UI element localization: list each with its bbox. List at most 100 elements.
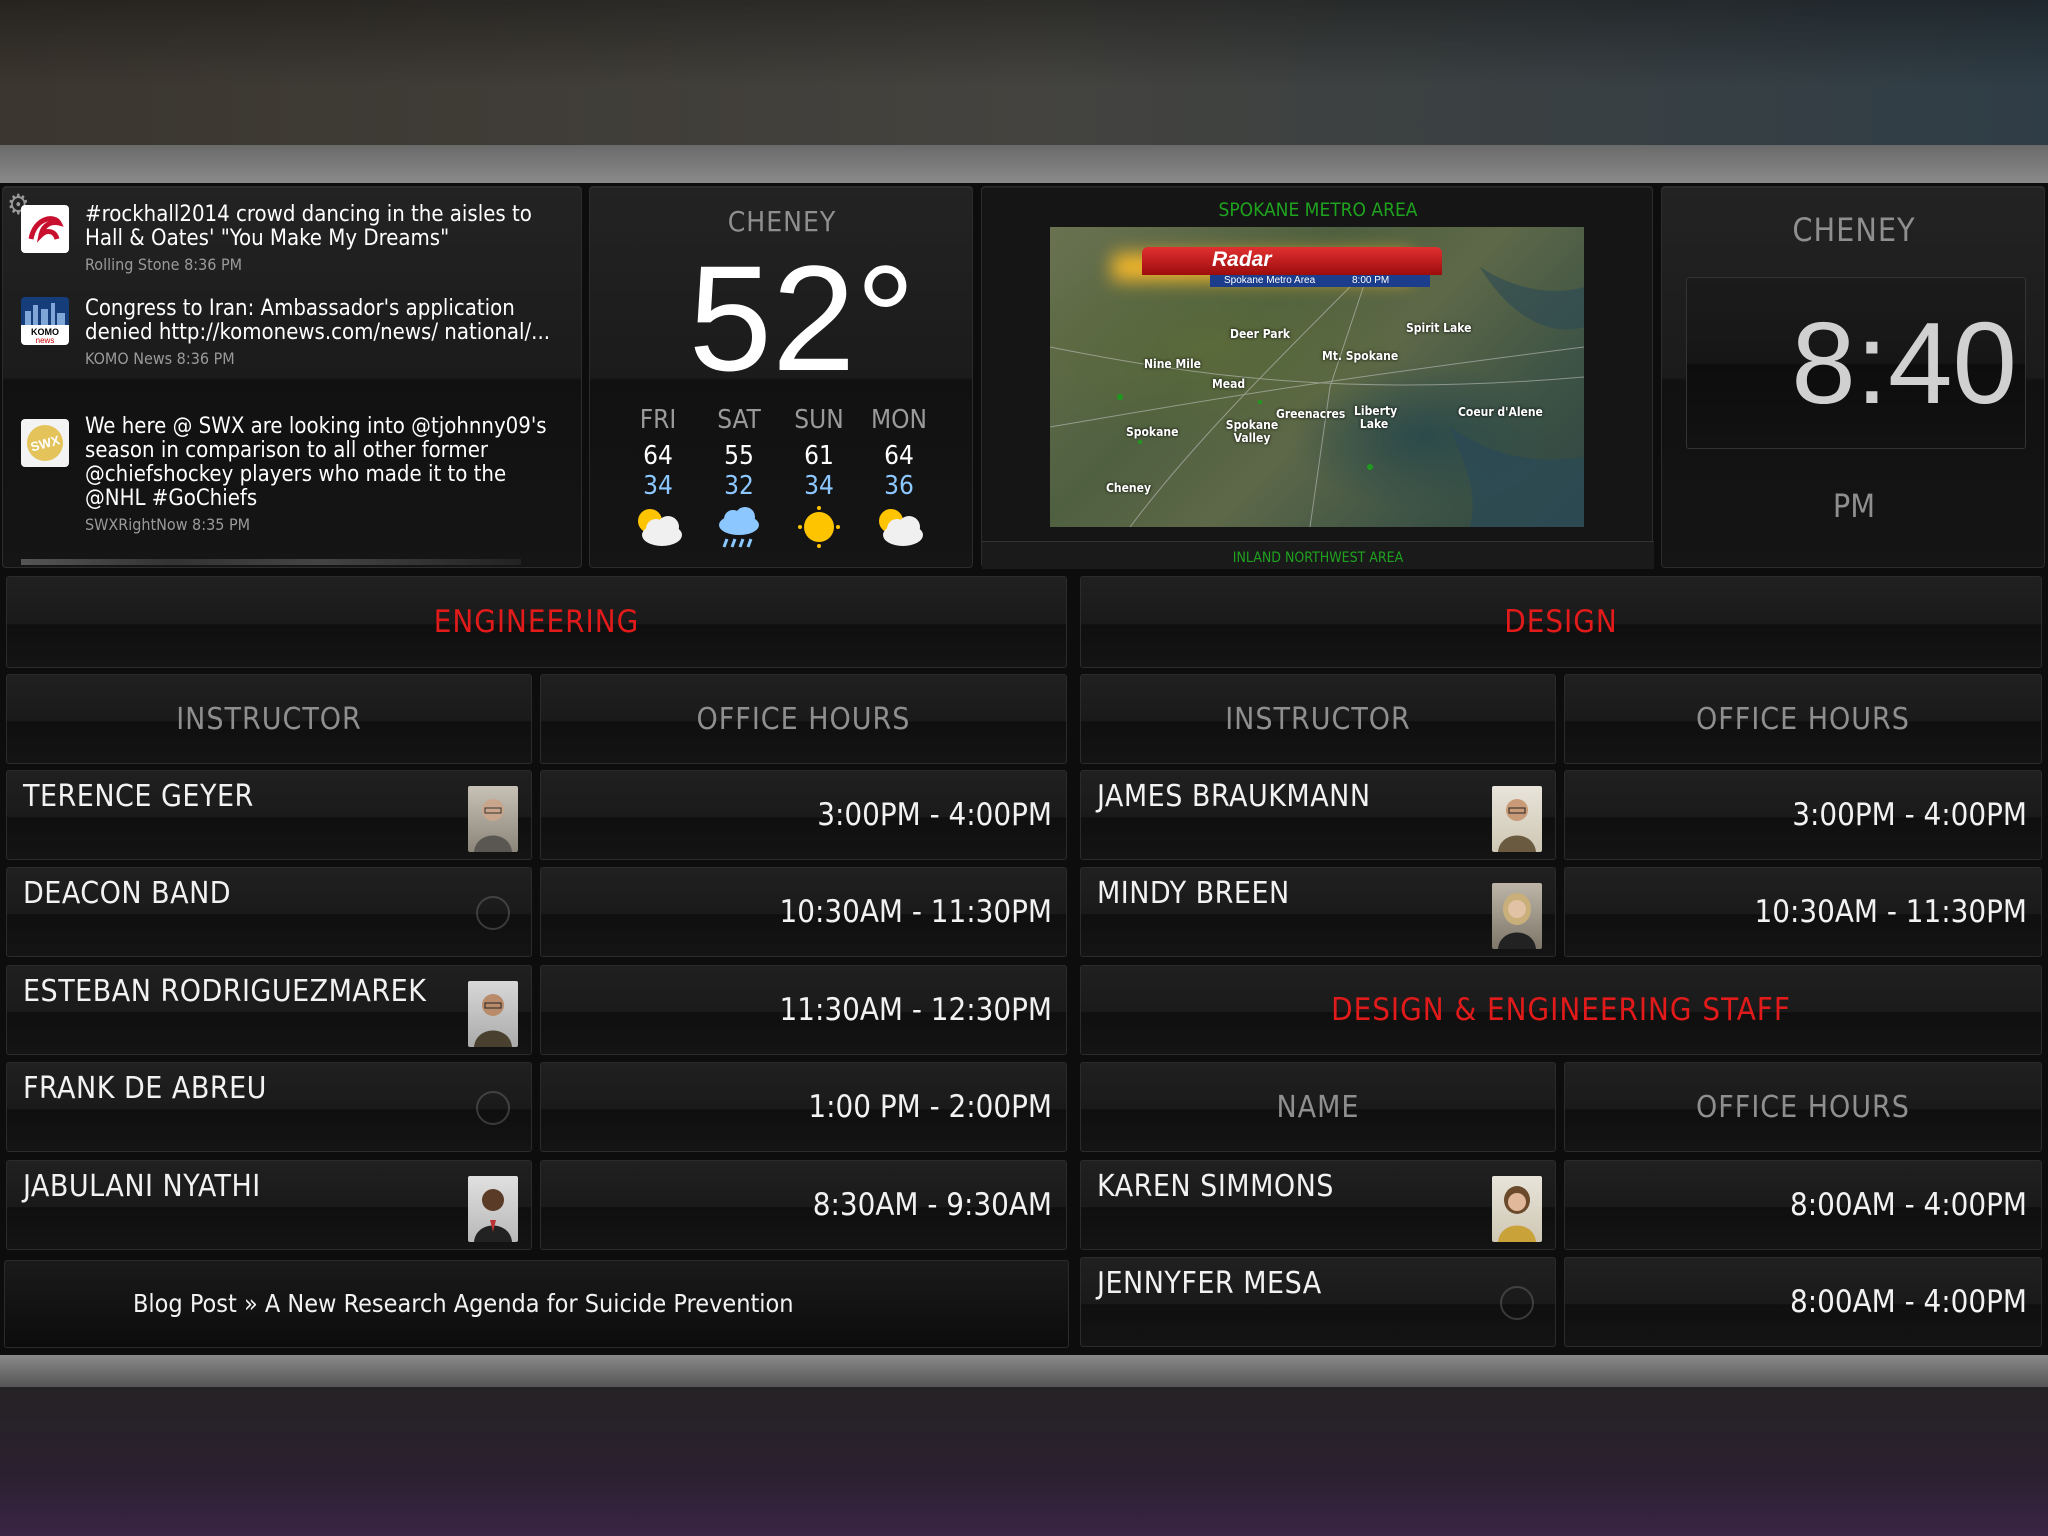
frame-top bbox=[0, 145, 2048, 183]
forecast-day: SAT 55 32 bbox=[699, 405, 779, 553]
partly-cloudy-icon bbox=[638, 509, 682, 546]
forecast-high: 61 bbox=[804, 441, 834, 471]
staff-name: KAREN SIMMONS bbox=[1097, 1169, 1334, 1204]
office-hours: 3:00PM - 4:00PM bbox=[1792, 797, 2027, 833]
feed-item[interactable]: We here @ SWX are looking into @tjohnny0… bbox=[85, 415, 565, 535]
table-row-hours: 8:30AM - 9:30AM bbox=[540, 1160, 1067, 1250]
staff-photo bbox=[1492, 1176, 1542, 1242]
clock-city: CHENEY bbox=[1792, 211, 1916, 249]
table-row-hours: 8:00AM - 4:00PM bbox=[1564, 1160, 2042, 1250]
ticker-text: Blog Post » A New Research Agenda for Su… bbox=[133, 1289, 794, 1318]
forecast-day-label: SAT bbox=[717, 405, 761, 435]
feed-item-source: Rolling Stone 8:36 PM bbox=[85, 255, 243, 274]
forecast-day: FRI 64 34 bbox=[618, 405, 698, 553]
feed-next-item-peek bbox=[21, 559, 521, 565]
table-row-hours: 11:30AM - 12:30PM bbox=[540, 965, 1067, 1055]
table-row-hours: 3:00PM - 4:00PM bbox=[1564, 770, 2042, 860]
radar-footer-bar: INLAND NORTHWEST AREA bbox=[982, 541, 1654, 569]
instructor-photo bbox=[468, 1176, 518, 1242]
radar-map[interactable]: Radar Spokane Metro Area 8:00 PM Deer Pa… bbox=[1050, 227, 1584, 527]
table-row-instructor[interactable]: ESTEBAN RODRIGUEZMAREK bbox=[6, 965, 532, 1055]
office-hours: 1:00 PM - 2:00PM bbox=[808, 1089, 1052, 1125]
instructor-name: ESTEBAN RODRIGUEZMAREK bbox=[23, 974, 427, 1009]
map-place-label: Mt. Spokane bbox=[1322, 349, 1399, 363]
radar-banner-time: 8:00 PM bbox=[1352, 275, 1390, 286]
office-hours: 8:00AM - 4:00PM bbox=[1789, 1284, 2027, 1320]
table-row-instructor[interactable]: MINDY BREEN bbox=[1080, 867, 1556, 957]
office-hours: 10:30AM - 11:30PM bbox=[1754, 894, 2027, 930]
radar-banner-sub: Spokane Metro Area 8:00 PM bbox=[1210, 275, 1430, 287]
photo-placeholder-icon bbox=[468, 1078, 518, 1144]
svg-text:news: news bbox=[36, 336, 55, 345]
table-row-hours: 1:00 PM - 2:00PM bbox=[540, 1062, 1067, 1152]
photo-placeholder-icon bbox=[468, 883, 518, 949]
office-hours: 10:30AM - 11:30PM bbox=[779, 894, 1052, 930]
forecast-high: 55 bbox=[724, 441, 754, 471]
engineering-hours-column-header: OFFICE HOURS bbox=[540, 674, 1067, 764]
forecast-high: 64 bbox=[643, 441, 673, 471]
rain-icon bbox=[719, 507, 759, 548]
instructor-name: JABULANI NYATHI bbox=[23, 1169, 261, 1204]
design-section-header: DESIGN bbox=[1080, 576, 2042, 668]
clock-face: 8:40 bbox=[1686, 277, 2026, 449]
swx-logo: SWX bbox=[21, 419, 69, 467]
instructor-name: FRANK DE ABREU bbox=[23, 1071, 267, 1106]
feed-item-text: #rockhall2014 crowd dancing in the aisle… bbox=[85, 202, 532, 251]
instructor-name: DEACON BAND bbox=[23, 876, 232, 911]
office-hours: 3:00PM - 4:00PM bbox=[817, 797, 1052, 833]
table-row-instructor[interactable]: DEACON BAND bbox=[6, 867, 532, 957]
sun-icon bbox=[798, 506, 840, 548]
staff-name-column-header: NAME bbox=[1080, 1062, 1556, 1152]
map-place-label: Spokane Valley bbox=[1225, 418, 1279, 445]
partly-cloudy-icon bbox=[879, 509, 923, 546]
design-instructor-column-header: INSTRUCTOR bbox=[1080, 674, 1556, 764]
forecast-day-label: FRI bbox=[639, 405, 677, 435]
table-row-instructor[interactable]: FRANK DE ABREU bbox=[6, 1062, 532, 1152]
feed-item[interactable]: #rockhall2014 crowd dancing in the aisle… bbox=[85, 202, 565, 275]
forecast-day-label: SUN bbox=[794, 405, 844, 435]
clock-time: 8:40 bbox=[1791, 298, 2017, 428]
table-row-instructor[interactable]: JAMES BRAUKMANN bbox=[1080, 770, 1556, 860]
clock-ampm: PM bbox=[1832, 487, 1876, 525]
radar-title: SPOKANE METRO AREA bbox=[1218, 199, 1418, 221]
table-row-hours: 8:00AM - 4:00PM bbox=[1564, 1257, 2042, 1347]
instructor-name: TERENCE GEYER bbox=[23, 779, 254, 814]
table-row-staff[interactable]: JENNYFER MESA bbox=[1080, 1257, 1556, 1347]
map-place-label: Spirit Lake bbox=[1406, 321, 1472, 335]
forecast-day-label: MON bbox=[870, 405, 928, 435]
komo-news-logo: KOMO news bbox=[21, 297, 69, 345]
table-row-hours: 10:30AM - 11:30PM bbox=[540, 867, 1067, 957]
table-row-instructor[interactable]: TERENCE GEYER bbox=[6, 770, 532, 860]
feed-item-source: SWXRightNow 8:35 PM bbox=[85, 515, 251, 534]
radar-banner-title: Radar bbox=[1212, 248, 1272, 271]
table-row-staff[interactable]: KAREN SIMMONS bbox=[1080, 1160, 1556, 1250]
instructor-photo bbox=[1492, 883, 1542, 949]
instructor-photo bbox=[468, 786, 518, 852]
radar-panel: SPOKANE METRO AREA Radar Spokane Metro A… bbox=[981, 186, 1654, 569]
photo-placeholder-icon bbox=[1492, 1273, 1542, 1339]
forecast-low: 34 bbox=[643, 471, 673, 501]
background-bottom bbox=[0, 1385, 2048, 1536]
instructor-photo bbox=[1492, 786, 1542, 852]
news-feed-panel: ⚙ #rockhall2014 crowd dancing in the ais… bbox=[2, 186, 582, 568]
map-place-label: Spokane bbox=[1126, 425, 1179, 439]
engineering-section-header: ENGINEERING bbox=[6, 576, 1067, 668]
office-hours: 8:30AM - 9:30AM bbox=[812, 1187, 1052, 1223]
forecast-low: 34 bbox=[804, 471, 834, 501]
map-place-label: Cheney bbox=[1106, 481, 1151, 495]
news-ticker[interactable]: Blog Post » A New Research Agenda for Su… bbox=[4, 1260, 1069, 1348]
feed-item[interactable]: Congress to Iran: Ambassador's applicati… bbox=[85, 297, 565, 369]
map-place-label: Coeur d'Alene bbox=[1458, 405, 1543, 419]
current-temperature: 52° bbox=[688, 234, 916, 402]
forecast-day: MON 64 36 bbox=[859, 405, 939, 553]
forecast-day: SUN 61 34 bbox=[779, 405, 859, 553]
weather-panel: CHENEY 52° FRI 64 34 SAT 55 32 SUN 61 34… bbox=[589, 186, 973, 568]
staff-hours-column-header: OFFICE HOURS bbox=[1564, 1062, 2042, 1152]
map-place-label: Greenacres bbox=[1276, 407, 1346, 421]
staff-section-header: DESIGN & ENGINEERING STAFF bbox=[1080, 965, 2042, 1055]
forecast-low: 32 bbox=[724, 471, 754, 501]
table-row-hours: 3:00PM - 4:00PM bbox=[540, 770, 1067, 860]
table-row-instructor[interactable]: JABULANI NYATHI bbox=[6, 1160, 532, 1250]
forecast-low: 36 bbox=[884, 471, 914, 501]
instructor-name: JAMES BRAUKMANN bbox=[1097, 779, 1371, 814]
